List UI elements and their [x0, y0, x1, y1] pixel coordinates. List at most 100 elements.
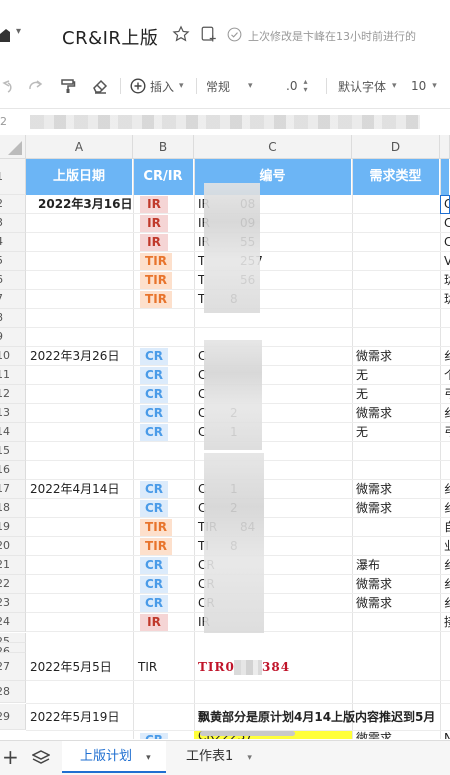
- demand-type-cell[interactable]: 瀑布: [356, 556, 380, 575]
- font-family-select[interactable]: 默认字体 ▾: [338, 76, 397, 96]
- row-number[interactable]: 27: [0, 653, 26, 681]
- demand-type-cell[interactable]: 微需求: [356, 575, 392, 594]
- row-number[interactable]: 13: [0, 404, 26, 423]
- type-tag[interactable]: CR: [140, 481, 168, 498]
- row-number[interactable]: 16: [0, 461, 26, 480]
- column-e-cell[interactable]: 纟: [444, 556, 450, 575]
- row-number[interactable]: 21: [0, 556, 26, 575]
- column-e-cell[interactable]: 接: [444, 613, 450, 632]
- row-number[interactable]: 12: [0, 385, 26, 404]
- row-number[interactable]: 23: [0, 594, 26, 613]
- demand-type-cell[interactable]: 无: [356, 423, 368, 442]
- formula-bar[interactable]: 2: [0, 109, 450, 136]
- column-header-d[interactable]: D: [352, 135, 440, 159]
- date-cell[interactable]: 2022年5月19日: [30, 708, 119, 727]
- undo-button[interactable]: [0, 76, 12, 96]
- column-e-cell[interactable]: N: [444, 729, 450, 739]
- column-header-e[interactable]: [440, 135, 450, 159]
- column-e-cell[interactable]: 珑: [444, 271, 450, 290]
- type-tag[interactable]: CR: [140, 557, 168, 574]
- type-tag[interactable]: CR: [140, 367, 168, 384]
- column-e-cell[interactable]: 弓: [444, 423, 450, 442]
- home-icon[interactable]: [0, 28, 10, 42]
- number-cell-suffix[interactable]: 384: [262, 658, 290, 677]
- column-e-cell[interactable]: 自: [444, 518, 450, 537]
- type-tag[interactable]: IR: [140, 234, 168, 251]
- type-tag[interactable]: CR: [140, 733, 168, 739]
- row-number[interactable]: 18: [0, 499, 26, 518]
- row-number[interactable]: 4: [0, 233, 26, 252]
- row-number[interactable]: 5: [0, 252, 26, 271]
- select-all-corner[interactable]: [0, 135, 26, 159]
- type-tag[interactable]: CR: [140, 405, 168, 422]
- type-tag[interactable]: TIR: [140, 253, 172, 270]
- type-tag[interactable]: IR: [140, 196, 168, 213]
- type-tag[interactable]: CR: [140, 386, 168, 403]
- demand-type-cell[interactable]: 微需求: [356, 347, 392, 366]
- date-cell[interactable]: 2022年5月5日: [30, 658, 112, 677]
- row-number[interactable]: 26: [0, 643, 26, 653]
- column-e-cell[interactable]: V: [444, 252, 450, 271]
- redo-button[interactable]: [28, 76, 44, 96]
- row-number[interactable]: 19: [0, 518, 26, 537]
- add-sheet-icon[interactable]: +: [2, 747, 19, 767]
- row-number[interactable]: 2: [0, 195, 26, 214]
- type-tag[interactable]: CR: [140, 576, 168, 593]
- column-e-cell[interactable]: 纟: [444, 347, 450, 366]
- row-number[interactable]: 22: [0, 575, 26, 594]
- demand-type-cell[interactable]: 微需求: [356, 499, 392, 518]
- type-tag[interactable]: CR: [140, 595, 168, 612]
- type-tag[interactable]: TIR: [140, 272, 172, 289]
- demand-type-cell[interactable]: 无: [356, 366, 368, 385]
- font-size-select[interactable]: 10 ▾: [411, 76, 437, 96]
- column-e-cell[interactable]: 纟: [444, 480, 450, 499]
- row-number[interactable]: 25: [0, 633, 26, 643]
- row-number[interactable]: 9: [0, 328, 26, 347]
- sheet-tab-active[interactable]: 上版计划 ▾: [62, 741, 166, 773]
- type-cell[interactable]: TIR: [138, 658, 157, 677]
- type-tag[interactable]: TIR: [140, 538, 172, 555]
- column-header-b[interactable]: B: [133, 135, 194, 159]
- date-cell[interactable]: 2022年3月26日: [30, 347, 119, 366]
- layers-icon[interactable]: [32, 749, 50, 767]
- row-number[interactable]: 14: [0, 423, 26, 442]
- row-number[interactable]: 24: [0, 613, 26, 632]
- column-e-cell[interactable]: 纟: [444, 594, 450, 613]
- column-header-a[interactable]: A: [26, 135, 133, 159]
- star-icon[interactable]: [172, 25, 190, 43]
- row-number[interactable]: 28: [0, 681, 26, 703]
- number-cell-prefix[interactable]: TIR0: [198, 658, 235, 677]
- type-tag[interactable]: CR: [140, 348, 168, 365]
- row-number[interactable]: 17: [0, 480, 26, 499]
- row-number[interactable]: 3: [0, 214, 26, 233]
- document-title[interactable]: CR&IR上版: [62, 24, 158, 50]
- column-e-cell[interactable]: C: [444, 233, 450, 252]
- column-e-cell[interactable]: 纟: [444, 499, 450, 518]
- insert-menu[interactable]: 插入 ▾: [130, 76, 184, 96]
- column-e-cell[interactable]: 个: [444, 366, 450, 385]
- note-cell[interactable]: 飘黄部分是原计划4月14上版内容推迟到5月: [198, 708, 435, 727]
- row-number[interactable]: 10: [0, 347, 26, 366]
- horizontal-scrollbar[interactable]: [200, 731, 295, 736]
- type-tag[interactable]: IR: [140, 614, 168, 631]
- spreadsheet-grid[interactable]: A B C D 1 上版日期 CR/IR 编号 需求类型 22022年3月16日…: [0, 135, 450, 739]
- row-number[interactable]: 11: [0, 366, 26, 385]
- column-e-cell[interactable]: 业: [444, 537, 450, 556]
- number-format-select[interactable]: 常规 ▾: [206, 76, 253, 96]
- date-cell[interactable]: 2022年4月14日: [30, 480, 119, 499]
- type-tag[interactable]: TIR: [140, 291, 172, 308]
- header-cell-type[interactable]: CR/IR: [133, 159, 194, 195]
- decimal-stepper[interactable]: .0 ▴ ▾: [286, 76, 311, 96]
- type-tag[interactable]: CR: [140, 500, 168, 517]
- demand-type-cell[interactable]: 微需求: [356, 480, 392, 499]
- row-number[interactable]: 15: [0, 442, 26, 461]
- type-tag[interactable]: CR: [140, 424, 168, 441]
- format-painter-button[interactable]: [60, 76, 76, 96]
- demand-type-cell[interactable]: 微需求: [356, 729, 392, 739]
- sheet-tab[interactable]: 工作表1 ▾: [168, 741, 268, 773]
- add-to-folder-icon[interactable]: [200, 25, 218, 43]
- chevron-down-icon[interactable]: ▾: [16, 26, 21, 37]
- column-e-cell[interactable]: 纟: [444, 404, 450, 423]
- type-tag[interactable]: TIR: [140, 519, 172, 536]
- column-e-cell[interactable]: C: [444, 214, 450, 233]
